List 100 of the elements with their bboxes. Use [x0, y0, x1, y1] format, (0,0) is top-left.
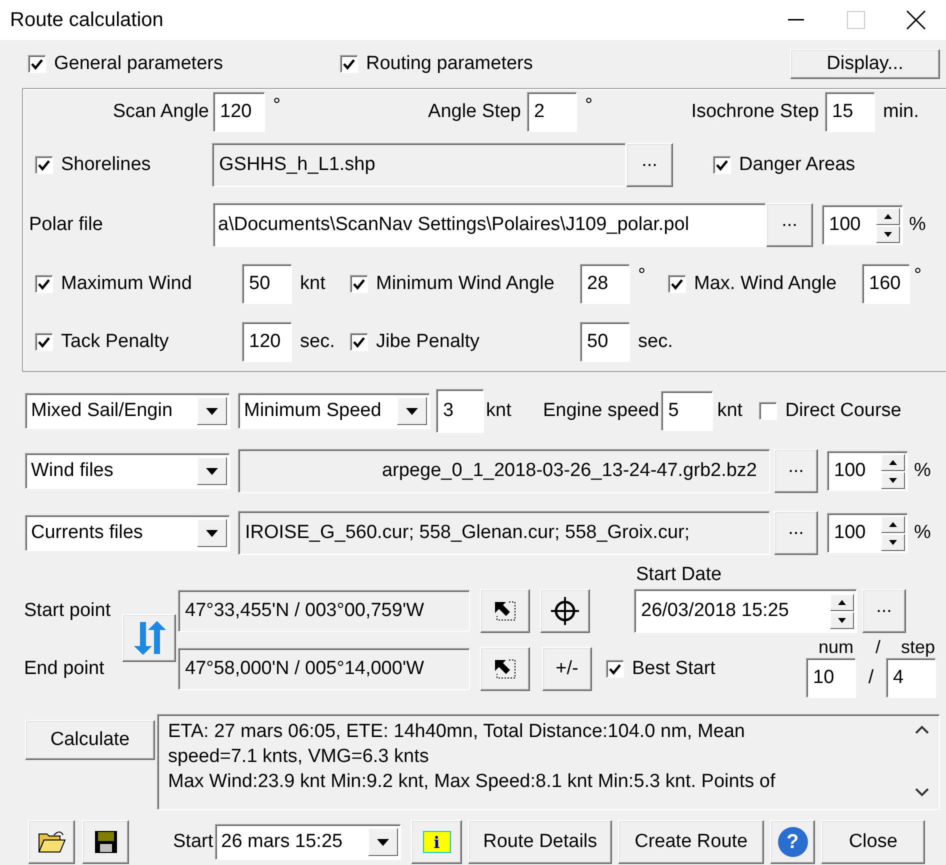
close-icon[interactable] [906, 10, 926, 30]
number-field[interactable]: 10 [806, 658, 856, 698]
num-label: num [817, 637, 854, 658]
number-field[interactable]: 120 [213, 92, 265, 132]
number-field[interactable]: 160 [862, 264, 910, 304]
date-spinner[interactable]: 26/03/2018 15:25 [634, 589, 857, 633]
checkbox[interactable] [35, 275, 53, 293]
spin-arrows-icon [881, 452, 907, 490]
calculate-button[interactable]: Calculate [25, 720, 155, 760]
caret-icon [197, 519, 227, 547]
coordinate-field[interactable]: 47°33,455'N / 003°00,759'W [178, 590, 470, 632]
close-button[interactable]: Close [821, 820, 926, 864]
checkbox[interactable] [759, 402, 778, 420]
speed-mode-dropdown[interactable]: Minimum Speed [238, 393, 430, 429]
unit-label: min. [882, 101, 919, 123]
checkbox[interactable] [350, 275, 368, 293]
percent-spinner[interactable]: 100 [827, 451, 908, 491]
checkbox-label: Direct Course [785, 400, 902, 422]
field-label: Angle Step [427, 101, 522, 123]
checkbox[interactable] [340, 55, 358, 73]
start-time-dropdown[interactable]: 26 mars 15:25 [215, 824, 402, 860]
file-field[interactable]: a\Documents\ScanNav Settings\Polaires\J109_polar.pol [213, 203, 766, 247]
unit-label: ° [637, 264, 647, 287]
unit-label: knt [717, 400, 744, 422]
pick-button[interactable] [480, 647, 530, 691]
checkbox-label: Maximum Wind [61, 273, 192, 295]
caret-icon [197, 397, 227, 425]
pick-button[interactable] [480, 589, 530, 633]
spin-arrows-icon [876, 206, 902, 244]
browse-button[interactable]: ... [766, 203, 813, 247]
number-field[interactable]: 15 [825, 92, 875, 132]
checkbox[interactable] [713, 156, 731, 174]
offset-button[interactable]: +/- [542, 647, 592, 691]
display-button[interactable]: Display... [790, 49, 940, 79]
mode-dropdown[interactable]: Mixed Sail/Engin [25, 393, 230, 429]
action-button[interactable]: Create Route [618, 820, 764, 864]
checkbox-label: Jibe Penalty [376, 331, 480, 353]
file-field[interactable]: GSHHS_h_L1.shp [212, 143, 626, 187]
browse-button[interactable]: ... [862, 589, 906, 633]
action-button[interactable]: Route Details [468, 820, 612, 864]
checkbox-label: Minimum Wind Angle [376, 273, 554, 295]
pick-arrow-icon [493, 658, 517, 680]
scroll-up-icon[interactable] [915, 725, 929, 734]
unit-label: sec. [637, 331, 674, 353]
open-button[interactable] [28, 820, 75, 864]
help-button[interactable]: ? [770, 820, 816, 864]
minimize-icon[interactable] [788, 19, 804, 21]
pick-arrow-icon [493, 600, 517, 622]
field-label: End point [24, 658, 106, 680]
field-label: Polar file [28, 214, 104, 236]
file-field[interactable]: arpege_0_1_2018-03-26_13-24-47.grb2.bz2 [238, 449, 770, 493]
checkbox-label: Max. Wind Angle [694, 273, 837, 295]
checkbox[interactable] [606, 660, 624, 678]
checkbox-label: Routing parameters [366, 53, 533, 75]
coordinate-field[interactable]: 47°58,000'N / 005°14,000'W [178, 648, 470, 690]
number-field[interactable]: 5 [661, 391, 714, 431]
checkbox[interactable] [35, 333, 53, 351]
checkbox[interactable] [350, 333, 368, 351]
info-button[interactable]: i [411, 820, 462, 864]
swap-button[interactable] [122, 614, 176, 662]
field-label: Start Date [636, 564, 722, 586]
browse-button[interactable]: ... [774, 511, 818, 555]
percent-spinner[interactable]: 100 [827, 513, 908, 553]
caret-icon [197, 457, 227, 485]
checkbox[interactable] [668, 275, 686, 293]
result-text-area[interactable]: ETA: 27 mars 06:05, ETE: 14h40mn, Total Distance:104.0 nm, Mean speed=7.1 knts, VMG=6.3 knts Max Wind:23.9 knt Min:9.2 knt, Max Speed:8.1 knt Min:5.3 knt. Points of [157, 714, 940, 810]
separator-label: / [874, 637, 882, 658]
number-field[interactable]: 50 [580, 322, 630, 362]
target-button[interactable] [540, 589, 590, 633]
window-title: Route calculation [10, 8, 164, 32]
unit-label: % [914, 522, 931, 544]
file-type-dropdown[interactable]: Wind files [25, 453, 230, 489]
file-field[interactable]: IROISE_G_560.cur; 558_Glenan.cur; 558_Groix.cur; [238, 511, 770, 555]
unit-label: ° [584, 94, 594, 117]
percent-spinner[interactable]: 100 [822, 205, 903, 245]
field-label: Start point [24, 600, 112, 622]
spin-arrows-icon [881, 514, 907, 552]
scroll-down-icon[interactable] [915, 788, 929, 797]
unit-label: sec. [299, 331, 336, 353]
browse-button[interactable]: ... [626, 143, 673, 187]
caret-icon [397, 397, 427, 425]
unit-label: ° [272, 94, 282, 117]
separator-label: / [867, 667, 875, 689]
field-label: Engine speed [543, 400, 660, 422]
browse-button[interactable]: ... [774, 449, 818, 493]
number-field[interactable]: 2 [527, 92, 577, 132]
field-label: Scan Angle [112, 101, 210, 123]
checkbox-label: Danger Areas [739, 154, 856, 176]
step-label: step [900, 637, 936, 658]
save-button[interactable] [82, 820, 129, 864]
checkbox[interactable] [35, 156, 53, 174]
number-field[interactable]: 120 [242, 322, 292, 362]
number-field[interactable]: 3 [436, 389, 484, 433]
folder-icon [38, 830, 66, 854]
number-field[interactable]: 28 [580, 264, 630, 304]
checkbox[interactable] [28, 55, 46, 73]
unit-label: ° [913, 264, 922, 287]
file-type-dropdown[interactable]: Currents files [25, 515, 230, 551]
number-field[interactable]: 4 [886, 658, 936, 698]
number-field[interactable]: 50 [242, 264, 292, 304]
